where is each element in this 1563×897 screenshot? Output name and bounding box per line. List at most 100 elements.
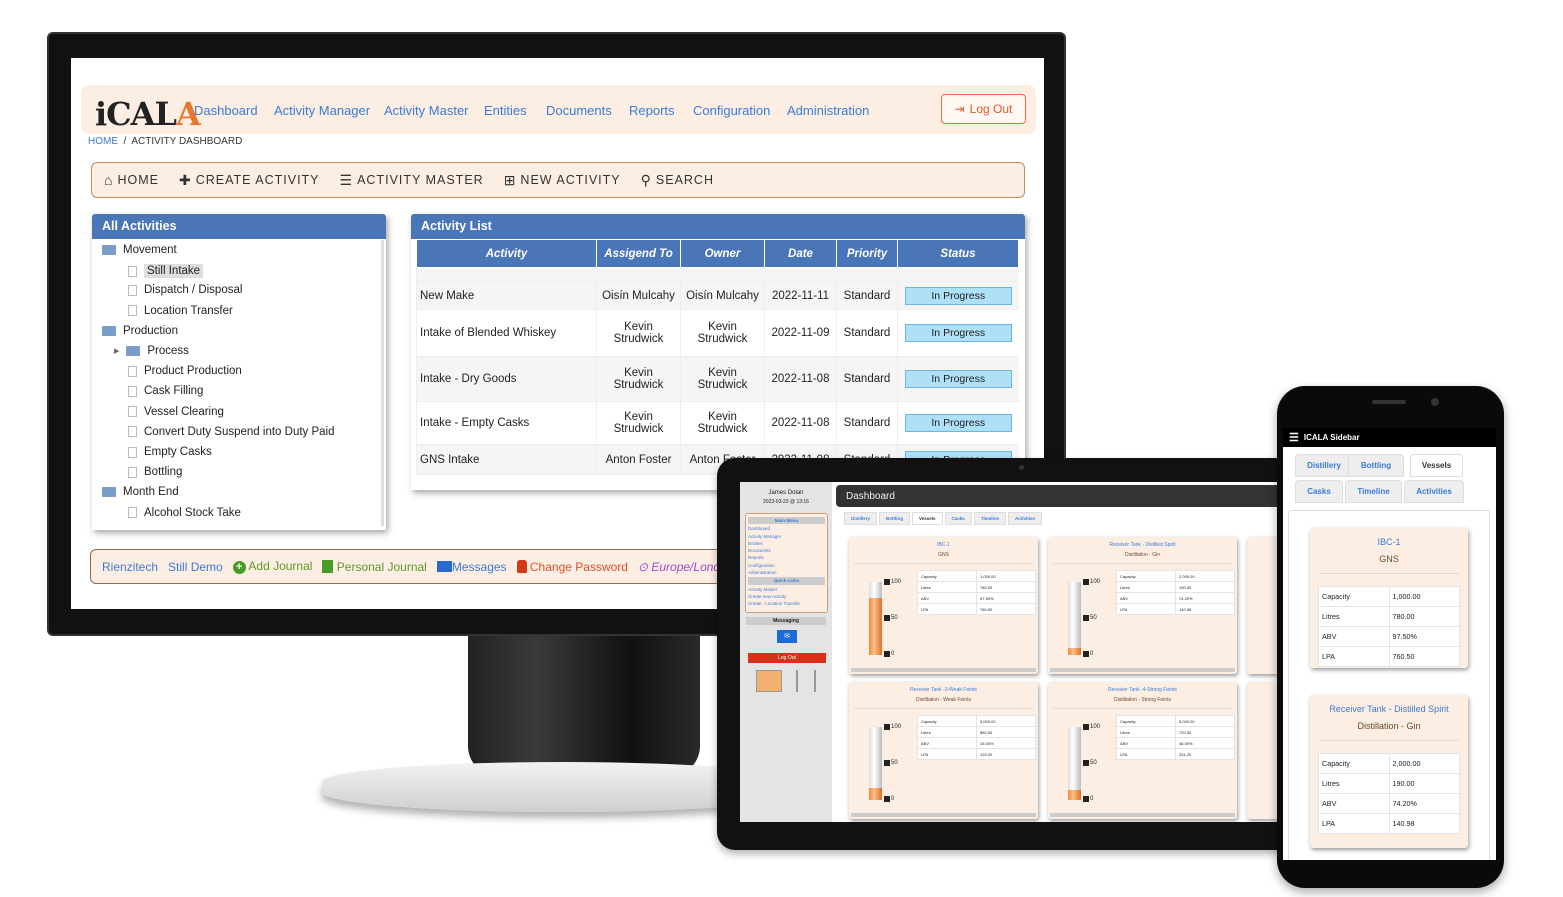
quick-link[interactable]: Activity Master — [748, 586, 825, 593]
card-scrollbar[interactable] — [1050, 668, 1235, 672]
nav-entities[interactable]: Entities — [484, 103, 527, 118]
tree-scrollbar[interactable] — [381, 240, 384, 526]
quick-link[interactable]: Create new Activity — [748, 593, 825, 600]
nav-activity-manager[interactable]: Activity Manager — [274, 103, 370, 118]
tree-item[interactable]: Location Transfer — [128, 305, 233, 317]
column-header[interactable]: Priority — [836, 239, 898, 268]
toolbar-label: NEW ACTIVITY — [520, 173, 621, 187]
tree-item[interactable]: Production — [102, 325, 178, 337]
tree-item[interactable]: Product Production — [128, 365, 242, 377]
logout-button[interactable]: ⇥ Log Out — [941, 94, 1026, 124]
stat-row: LPA 760.50 — [916, 603, 1037, 615]
toolbar-search[interactable]: ⚲ SEARCH — [641, 172, 714, 189]
status-badge: In Progress — [904, 414, 1012, 432]
tree-item[interactable]: Vessel Clearing — [128, 406, 224, 418]
file-icon — [128, 406, 137, 418]
column-header[interactable]: Status — [897, 239, 1019, 268]
add-journal-link[interactable]: + Add Journal — [232, 559, 312, 574]
tab-bottling[interactable]: Bottling — [879, 512, 911, 525]
cell: Kevin Strudwick — [680, 356, 765, 402]
tree-item[interactable]: Cask Filling — [128, 385, 203, 397]
menu-item-documents[interactable]: Documents — [748, 547, 825, 554]
menu-item-dashboard[interactable]: Dashboard — [748, 525, 825, 532]
phone-tab-vessels[interactable]: Vessels — [1410, 454, 1463, 477]
vessel-name[interactable]: Receiver Tank - Distilled Spirit — [1048, 542, 1237, 548]
breadcrumb-home[interactable]: HOME — [88, 136, 118, 147]
tab-distillery[interactable]: Distillery — [844, 512, 878, 525]
nav-dashboard[interactable]: Dashboard — [194, 103, 258, 118]
messages-link[interactable]: Messages — [436, 560, 507, 574]
toolbar-home[interactable]: ⌂ HOME — [104, 172, 159, 188]
site-link[interactable]: Still Demo — [168, 560, 223, 574]
stat-label: LPA — [916, 603, 978, 615]
table-row[interactable]: Intake of Blended Whiskey Kevin Strudwick… — [416, 309, 1019, 357]
vessel-name[interactable]: Receiver Tank -3-Weak Feints — [849, 687, 1038, 693]
menu-item-reports[interactable]: Reports — [748, 554, 825, 561]
tree-item[interactable]: Dispatch / Disposal — [128, 284, 242, 296]
stat-value: 97.50% — [1388, 626, 1460, 647]
toolbar-new-activity[interactable]: ⊞ NEW ACTIVITY — [504, 172, 621, 189]
card-scrollbar[interactable] — [851, 668, 1036, 672]
tree-item[interactable]: Still Intake — [128, 264, 204, 279]
cell: 2022-11-11 — [764, 281, 837, 310]
tree-item[interactable]: ▶ Process — [114, 345, 189, 357]
quick-link[interactable]: Create : Location Transfer — [748, 600, 825, 607]
vessel-name[interactable]: IBC-1 — [1310, 537, 1468, 547]
table-row[interactable]: Intake - Empty Casks Kevin Strudwick Kevin… — [416, 401, 1019, 445]
phone-tab-activities[interactable]: Activities — [1404, 480, 1464, 503]
tree-item[interactable]: Month End — [102, 486, 179, 498]
toolbar-create-activity[interactable]: ✚ CREATE ACTIVITY — [179, 172, 320, 189]
vessel-name[interactable]: Receiver Tank - Distilled Spirit — [1310, 704, 1468, 714]
level-gauge — [869, 727, 882, 800]
phone-tab-bottling[interactable]: Bottling — [1348, 454, 1404, 477]
menu-item-activity-manager[interactable]: Activity Manager — [748, 533, 825, 540]
tab-casks[interactable]: Casks — [944, 512, 972, 525]
tab-activities[interactable]: Activities — [1008, 512, 1043, 525]
stat-row: ABV 97.50% — [916, 592, 1037, 604]
stat-label: LPA — [1318, 813, 1390, 834]
card-scrollbar[interactable] — [851, 813, 1036, 817]
table-row[interactable]: Intake - Dry Goods Kevin Strudwick Kevin S… — [416, 356, 1019, 402]
menu-item-entities[interactable]: Entities — [748, 540, 825, 547]
tab-vessels[interactable]: Vessels — [912, 512, 943, 525]
phone-tab-timeline[interactable]: Timeline — [1345, 480, 1402, 503]
column-header[interactable]: Assigend To — [596, 239, 681, 268]
vessel-name[interactable]: IBC-1 — [849, 542, 1038, 548]
hamburger-menu-icon[interactable]: ☰ — [1289, 431, 1299, 444]
stat-value: 129.00 — [976, 748, 1037, 760]
tablet-logout-button[interactable]: Log Out — [748, 653, 826, 663]
nav-configuration[interactable]: Configuration — [693, 103, 770, 118]
card-scrollbar[interactable] — [1050, 813, 1235, 817]
column-header[interactable]: Date — [764, 239, 837, 268]
lock-icon — [516, 559, 527, 573]
vessel-name[interactable]: Receiver Tank -4-Strong Feints — [1048, 687, 1237, 693]
change-password-link[interactable]: Change Password — [516, 559, 628, 574]
table-row[interactable]: New Make Oisín Mulcahy Oisín Mulcahy 2022-1… — [416, 281, 1019, 310]
icala-logo[interactable]: iCALA — [95, 95, 201, 133]
cell: Intake - Dry Goods — [416, 356, 597, 402]
messaging-button[interactable]: ✉ — [777, 630, 797, 643]
expand-arrow-icon[interactable]: ▶ — [114, 347, 119, 355]
toolbar-activity-master[interactable]: ☰ ACTIVITY MASTER — [340, 172, 484, 189]
tree-item[interactable]: Empty Casks — [128, 446, 212, 458]
stat-value: 46.00% — [1175, 737, 1236, 749]
nav-administration[interactable]: Administration — [787, 103, 869, 118]
tree-item[interactable]: Convert Duty Suspend into Duty Paid — [128, 426, 335, 438]
personal-journal-link[interactable]: Personal Journal — [322, 559, 427, 574]
gauge-tick-label: 0 — [1083, 651, 1093, 657]
tab-timeline[interactable]: Timeline — [973, 512, 1006, 525]
stat-label: Capacity — [1318, 586, 1390, 607]
phone-tab-distillery[interactable]: Distillery — [1295, 454, 1353, 477]
column-header[interactable]: Activity — [416, 239, 597, 268]
nav-reports[interactable]: Reports — [629, 103, 675, 118]
menu-item-configuration[interactable]: Configuration — [748, 562, 825, 569]
tree-item[interactable]: Alcohol Stock Take — [128, 507, 241, 519]
tree-item[interactable]: Movement — [102, 244, 177, 256]
nav-documents[interactable]: Documents — [546, 103, 612, 118]
tree-item[interactable]: Bottling — [128, 466, 182, 478]
company-link[interactable]: Rienzitech — [102, 560, 158, 574]
nav-activity-master[interactable]: Activity Master — [384, 103, 469, 118]
menu-item-administration[interactable]: Administration — [748, 569, 825, 576]
column-header[interactable]: Owner — [680, 239, 765, 268]
phone-tab-casks[interactable]: Casks — [1295, 480, 1343, 503]
